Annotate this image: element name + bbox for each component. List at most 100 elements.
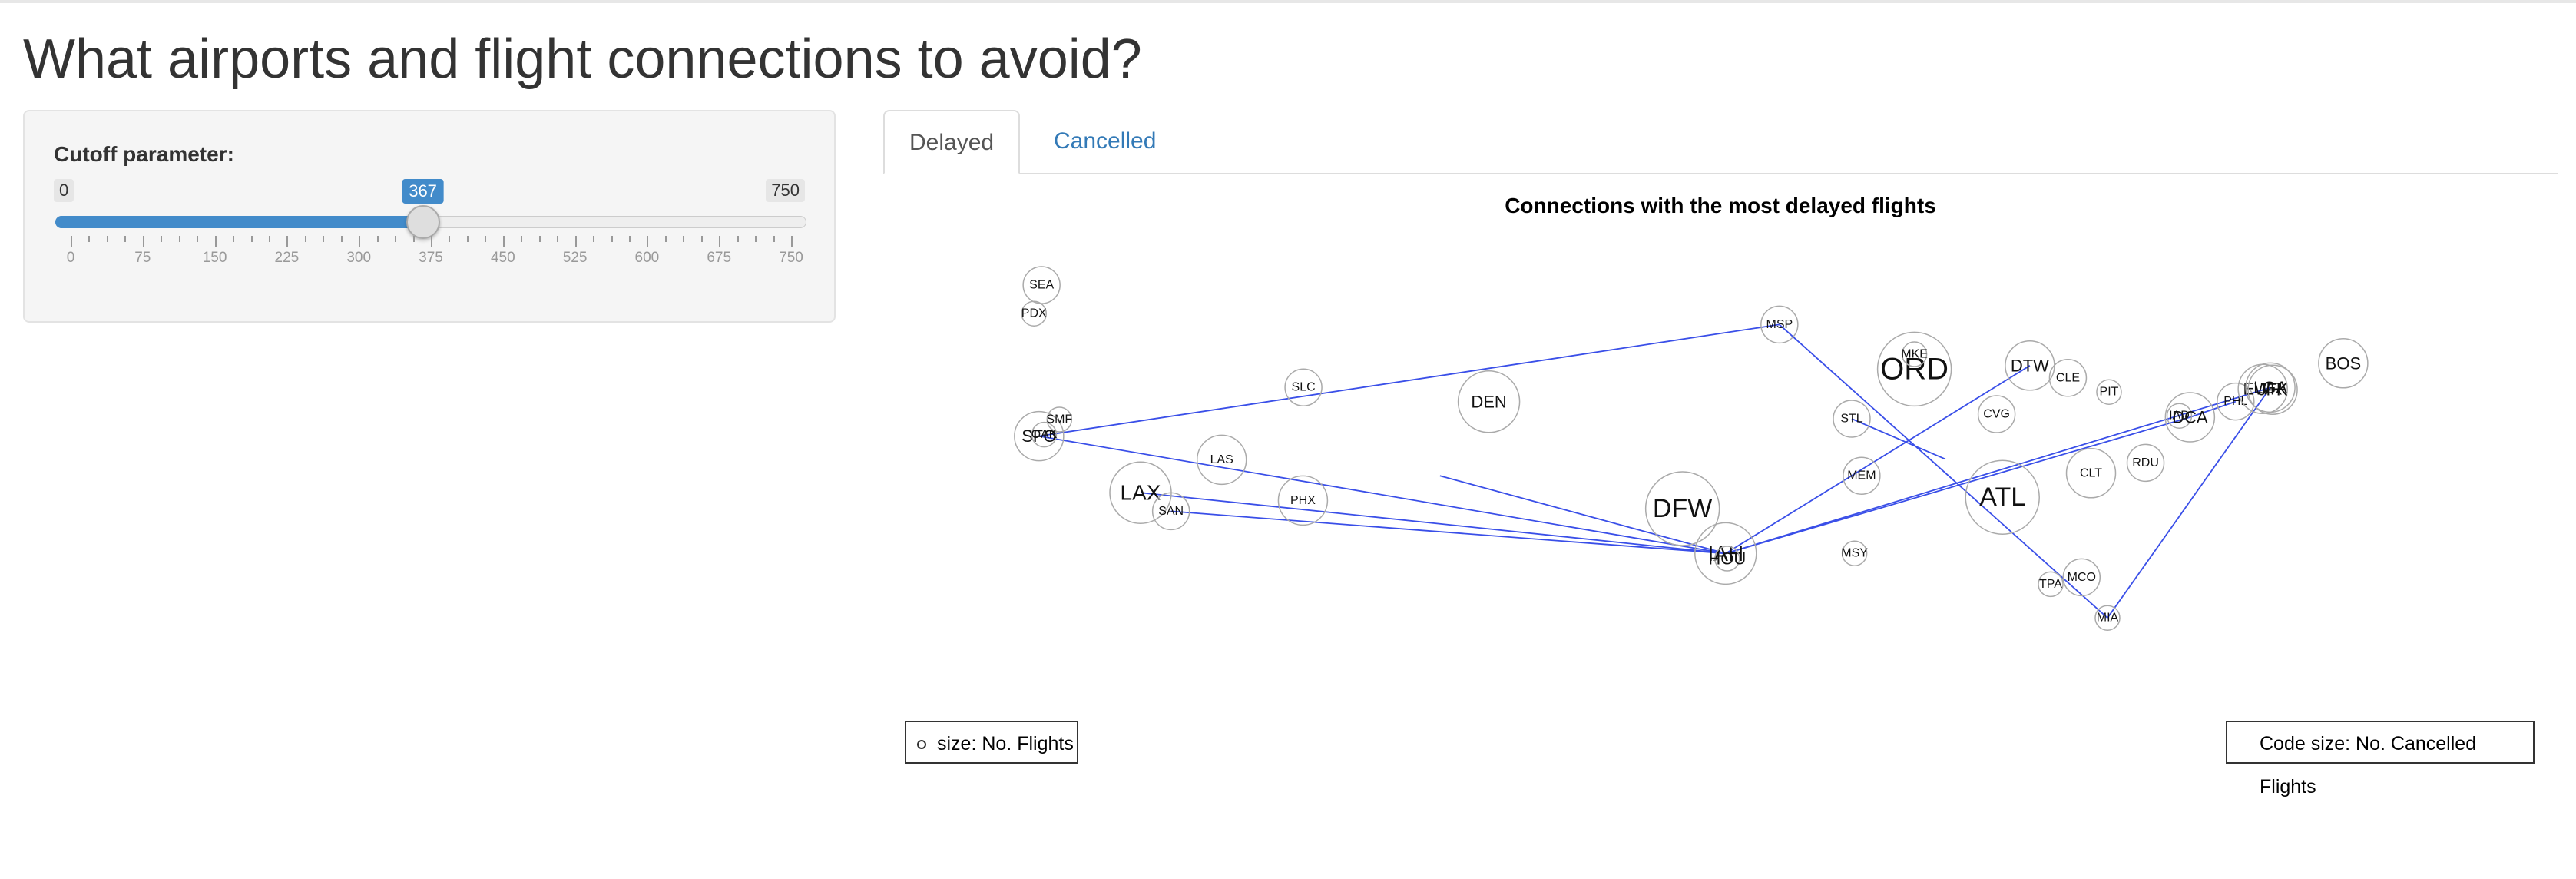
slider-minor-tick — [557, 236, 559, 242]
legend-cancelled-text: Code size: No. Cancelled Flights — [2260, 733, 2477, 798]
slider-minor-tick — [611, 236, 613, 242]
connection-line — [1851, 418, 1946, 460]
connection-line — [1140, 492, 1726, 555]
airport-node: PHX — [1277, 475, 1329, 526]
tab-delayed[interactable]: Delayed — [883, 110, 1021, 174]
connection-line — [1038, 323, 1780, 437]
slider-major-tick — [359, 236, 361, 247]
airport-node: DCA — [2164, 392, 2216, 443]
slider-major-tick — [502, 236, 505, 247]
airport-node: MEM — [1843, 456, 1881, 495]
slider-minor-tick — [538, 236, 541, 242]
tab-cancelled[interactable]: Cancelled — [1029, 110, 1180, 173]
slider-minor-tick — [106, 236, 108, 242]
slider-handle[interactable] — [406, 205, 440, 239]
slider-minor-tick — [593, 236, 595, 242]
slider-tick-label: 150 — [202, 250, 227, 266]
airport-code-label: TPA — [2039, 578, 2062, 591]
slider-major-tick — [574, 236, 577, 247]
airport-code-label: DFW — [1653, 494, 1712, 523]
slider-tick-label: 225 — [274, 250, 300, 266]
airport-code-label: MIA — [2097, 612, 2119, 625]
slider-value-label: 367 — [402, 179, 444, 204]
airport-code-label: ATL — [1979, 483, 2025, 512]
airport-node: TPA — [2038, 571, 2064, 598]
airport-node: MIA — [2094, 605, 2121, 631]
airport-code-label: RDU — [2132, 456, 2159, 469]
slider-major-tick — [647, 236, 649, 247]
airport-node: CLT — [2065, 448, 2117, 499]
slider-minor-tick — [449, 236, 451, 242]
slider-minor-tick — [683, 236, 685, 242]
slider-tick-label: 375 — [419, 250, 443, 266]
slider-major-tick — [719, 236, 721, 247]
airport-node: PIT — [2096, 379, 2122, 405]
slider-major-tick — [142, 236, 144, 247]
slider-minor-tick — [412, 236, 415, 242]
slider-minor-tick — [521, 236, 523, 242]
airport-code-label: HOU — [1708, 549, 1746, 569]
airport-node: CLE — [2048, 359, 2088, 397]
slider-label: Cutoff parameter: — [54, 142, 234, 166]
airport-code-label: MCO — [2068, 571, 2096, 584]
airport-code-label: MSY — [1841, 547, 1868, 560]
airport-node: LAS — [1196, 434, 1247, 486]
slider-minor-tick — [773, 236, 775, 242]
connection-line — [1725, 416, 2190, 555]
slider-minor-tick — [178, 236, 180, 242]
connection-line — [1725, 365, 2031, 555]
slider-tick-label: 750 — [779, 250, 803, 266]
slider-tick-label: 75 — [134, 250, 151, 266]
airport-code-label: CLT — [2080, 466, 2102, 479]
slider-fill — [55, 216, 423, 228]
airport-code-label: MSP — [1766, 318, 1793, 331]
slider-minor-tick — [466, 236, 469, 242]
airport-code-label: CVG — [1983, 408, 2010, 421]
airport-code-label: SAN — [1158, 505, 1184, 518]
airport-code-label: PHX — [1290, 494, 1316, 507]
slider-major-tick — [791, 236, 793, 247]
slider-tick-label: 525 — [562, 250, 588, 266]
slider-tick-label: 0 — [66, 250, 75, 266]
slider-minor-tick — [737, 236, 739, 242]
page-title: What airports and flight connections to … — [23, 28, 1142, 90]
legend-cancelled: Code size: No. Cancelled Flights — [2226, 721, 2535, 798]
airport-code-label: LAS — [1210, 453, 1233, 466]
slider-minor-tick — [340, 236, 343, 242]
airport-node: BOS — [2318, 338, 2369, 389]
airport-node: CVG — [1977, 395, 2016, 433]
airport-code-label: JFK — [2257, 380, 2287, 400]
airport-code-label: PIT — [2100, 386, 2119, 399]
slider-minor-tick — [664, 236, 667, 242]
slider-minor-tick — [268, 236, 270, 242]
airport-node: MSY — [1841, 540, 1868, 566]
airport-node: DFW — [1644, 471, 1720, 546]
slider-major-tick — [286, 236, 289, 247]
slider-major-tick — [71, 236, 72, 247]
slider-tick-label: 450 — [490, 250, 515, 266]
legend-flights: size: No. Flights — [905, 721, 1078, 764]
airport-node: RDU — [2126, 443, 2165, 483]
airport-code-label: MKE — [1901, 348, 1928, 361]
slider-minor-tick — [233, 236, 235, 242]
airport-code-label: OAK — [1031, 428, 1058, 441]
slider-tick-label: 300 — [346, 250, 372, 266]
airport-node: MCO — [2062, 558, 2101, 597]
slider-max-label: 750 — [766, 179, 805, 202]
airport-code-label: STL — [1840, 413, 1862, 426]
slider-minor-tick — [376, 236, 379, 242]
airport-node: MSP — [1760, 305, 1799, 344]
slider-minor-tick — [88, 236, 91, 242]
top-border — [0, 0, 2576, 3]
sidebar-panel: Cutoff parameter: 0 750 367 0 75 150 225 300… — [23, 110, 836, 323]
slider-major-tick — [431, 236, 432, 247]
slider-minor-tick — [124, 236, 127, 242]
slider-tick-label: 600 — [634, 250, 660, 266]
airport-node: STL — [1833, 400, 1871, 438]
slider-minor-tick — [250, 236, 253, 242]
airport-code-label: SLC — [1292, 381, 1316, 394]
slider-major-tick — [214, 236, 217, 247]
airport-node: DTW — [2005, 340, 2055, 391]
airport-code-label: DTW — [2011, 356, 2049, 375]
slider-minor-tick — [323, 236, 325, 242]
